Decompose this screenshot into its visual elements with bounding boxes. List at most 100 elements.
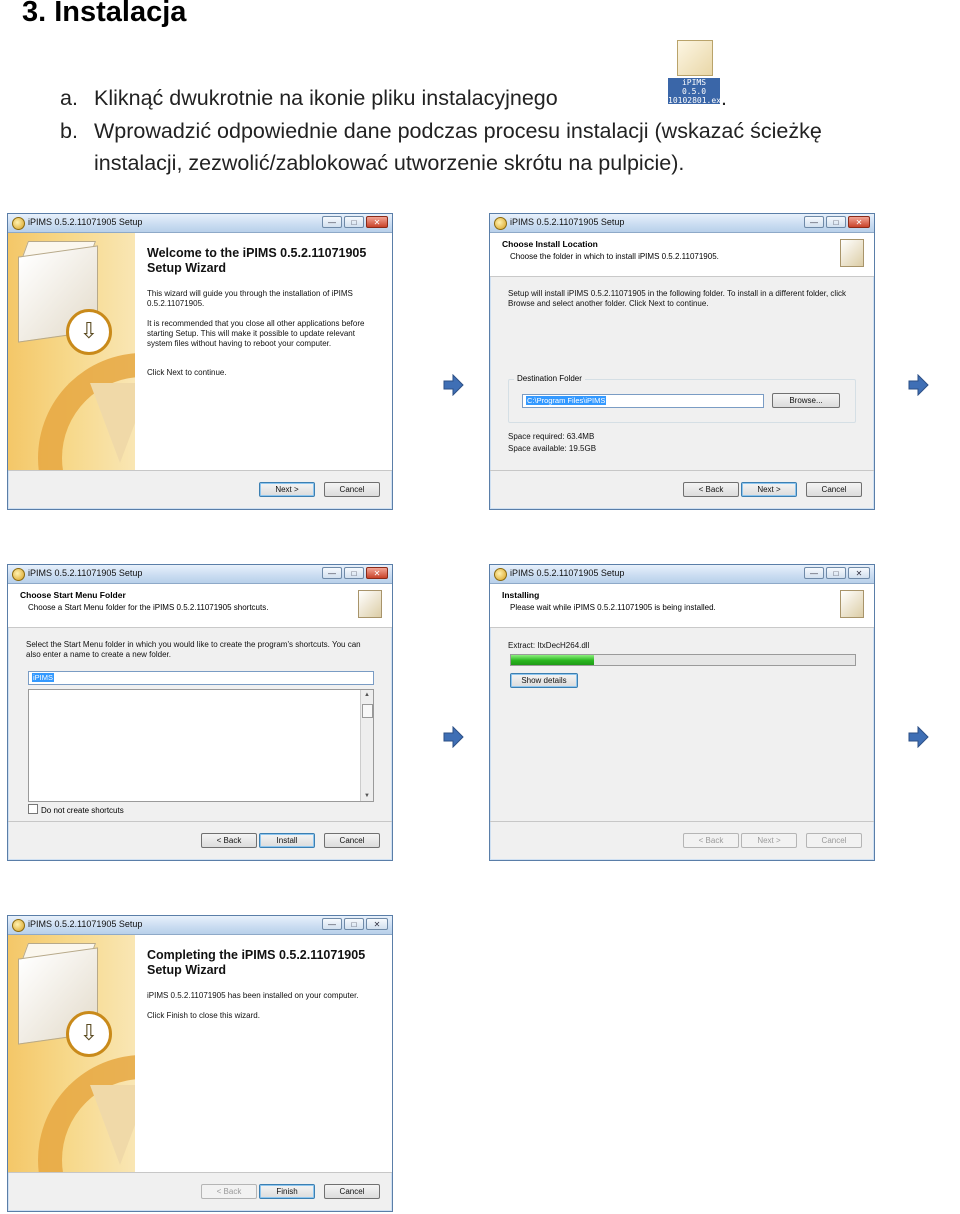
close-button[interactable]: ✕ [366,567,388,579]
maximize-button[interactable]: □ [826,216,846,228]
installer-file-icon[interactable]: iPIMS 0.5.0 10102801.ex e [668,38,721,114]
installer-box-icon [840,590,864,618]
title-bar[interactable]: iPIMS 0.5.2.11071905 Setup — □ ✕ [8,916,392,935]
wizard-intro: This wizard will guide you through the i… [147,289,353,308]
minimize-button[interactable]: — [322,216,342,228]
step-a-suffix: . [721,86,727,110]
wizard-body: ⇩ Welcome to the iPIMS 0.5.2.11071905 Se… [8,233,392,471]
finish-button[interactable]: Finish [259,1184,315,1199]
checkbox-box[interactable] [28,804,38,814]
cancel-button[interactable]: Cancel [806,482,862,497]
start-menu-description: Select the Start Menu folder in which yo… [26,640,361,659]
install-complete-message: iPIMS 0.5.2.11071905 has been installed … [147,991,359,1000]
wizard-body: ⇩ Completing the iPIMS 0.5.2.11071905 Se… [8,935,392,1173]
wizard-footer: < Back Next > Cancel [490,821,874,860]
step-a: a. Kliknąć dwukrotnie na ikonie pliku ins… [60,86,558,111]
maximize-button[interactable]: □ [344,216,364,228]
right-arrow-icon [443,374,464,396]
start-menu-folder-list[interactable]: ▲ ▼ [28,689,374,802]
welcome-window: iPIMS 0.5.2.11071905 Setup — □ ✕ ⇩ Welco… [7,213,393,510]
close-button[interactable]: ✕ [848,216,870,228]
app-icon [494,568,507,581]
download-icon: ⇩ [66,309,112,355]
title-bar[interactable]: iPIMS 0.5.2.11071905 Setup — □ ✕ [8,214,392,233]
back-button[interactable]: < Back [683,482,739,497]
wizard-footer: Next > Cancel [8,470,392,509]
browse-button[interactable]: Browse... [772,393,840,408]
step-b: b. Wprowadzić odpowiednie dane podczas pr… [60,119,822,144]
cancel-button[interactable]: Cancel [324,482,380,497]
cancel-button[interactable]: Cancel [324,1184,380,1199]
scroll-down-icon[interactable]: ▼ [361,791,373,801]
step-b-text: Wprowadzić odpowiednie dane podczas proc… [94,119,822,143]
title-bar[interactable]: iPIMS 0.5.2.11071905 Setup — □ ✕ [8,565,392,584]
maximize-button[interactable]: □ [344,918,364,930]
destination-path-field[interactable]: C:\Program Files\iPIMS [522,394,764,408]
extract-status: Extract: ItxDecH264.dll [508,641,590,650]
install-button[interactable]: Install [259,833,315,848]
list-scrollbar[interactable]: ▲ ▼ [360,690,373,801]
installer-box-icon [840,239,864,267]
step-b-marker: b. [60,119,78,143]
install-location-window: iPIMS 0.5.2.11071905 Setup — □ ✕ Choose … [489,213,875,510]
back-button[interactable]: < Back [683,833,739,848]
step-b-continuation: instalacji, zezwolić/zablokować utworzen… [94,151,685,175]
window-title: iPIMS 0.5.2.11071905 Setup [28,217,143,227]
progress-fill [511,655,594,665]
package-icon [677,40,713,76]
header-title: Choose Install Location [502,239,598,249]
right-arrow-icon [443,726,464,748]
wizard-recommendation: It is recommended that you close all oth… [147,319,365,348]
download-icon: ⇩ [66,1011,112,1057]
title-bar[interactable]: iPIMS 0.5.2.11071905 Setup — □ ✕ [490,214,874,233]
maximize-button[interactable]: □ [826,567,846,579]
wizard-header: Installing Please wait while iPIMS 0.5.2… [490,584,874,628]
next-button[interactable]: Next > [741,833,797,848]
start-menu-folder-field[interactable]: iPIMS [28,671,374,685]
next-button[interactable]: Next > [259,482,315,497]
no-shortcuts-checkbox[interactable]: Do not create shortcuts [28,804,124,815]
wizard-footer: < Back Next > Cancel [490,470,874,509]
header-title: Installing [502,590,540,600]
wizard-header: Choose Install Location Choose the folde… [490,233,874,277]
title-bar[interactable]: iPIMS 0.5.2.11071905 Setup — □ ✕ [490,565,874,584]
close-button[interactable]: ✕ [366,918,388,930]
app-icon [12,919,25,932]
app-icon [12,217,25,230]
minimize-button[interactable]: — [804,216,824,228]
window-title: iPIMS 0.5.2.11071905 Setup [510,217,625,227]
header-subtitle: Choose a Start Menu folder for the iPIMS… [28,603,269,612]
wizard-footer: < Back Install Cancel [8,821,392,860]
minimize-button[interactable]: — [322,567,342,579]
header-subtitle: Choose the folder in which to install iP… [510,252,719,261]
space-available: Space available: 19.5GB [508,444,597,453]
start-menu-window: iPIMS 0.5.2.11071905 Setup — □ ✕ Choose … [7,564,393,861]
show-details-button[interactable]: Show details [510,673,578,688]
wizard-side-image: ⇩ [8,233,135,471]
window-title: iPIMS 0.5.2.11071905 Setup [510,568,625,578]
cancel-button[interactable]: Cancel [806,833,862,848]
location-description: Setup will install iPIMS 0.5.2.11071905 … [508,289,846,308]
minimize-button[interactable]: — [322,918,342,930]
next-button[interactable]: Next > [741,482,797,497]
installing-window: iPIMS 0.5.2.11071905 Setup — □ ✕ Install… [489,564,875,861]
scroll-thumb[interactable] [362,704,373,718]
step-a-text: Kliknąć dwukrotnie na ikonie pliku insta… [94,86,558,110]
finish-instruction: Click Finish to close this wizard. [147,1011,260,1020]
cancel-button[interactable]: Cancel [324,833,380,848]
space-required: Space required: 63.4MB [508,432,595,441]
maximize-button[interactable]: □ [344,567,364,579]
wizard-side-image: ⇩ [8,935,135,1173]
install-progress-bar [510,654,856,666]
wizard-instruction: Click Next to continue. [147,368,227,377]
close-button[interactable]: ✕ [366,216,388,228]
back-button[interactable]: < Back [201,1184,257,1199]
minimize-button[interactable]: — [804,567,824,579]
no-shortcuts-label: Do not create shortcuts [41,806,124,815]
back-button[interactable]: < Back [201,833,257,848]
scroll-up-icon[interactable]: ▲ [361,690,373,700]
close-button[interactable]: ✕ [848,567,870,579]
wizard-heading: Welcome to the iPIMS 0.5.2.11071905 Setu… [147,246,367,275]
window-title: iPIMS 0.5.2.11071905 Setup [28,919,143,929]
wizard-footer: < Back Finish Cancel [8,1172,392,1211]
